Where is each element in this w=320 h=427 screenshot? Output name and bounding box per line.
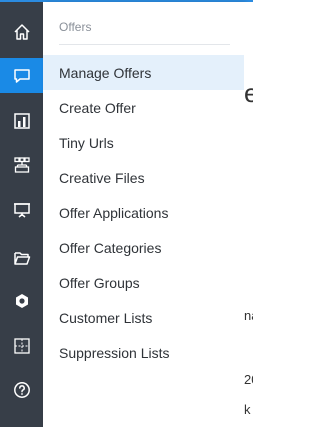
presentation-icon	[13, 202, 30, 218]
background-text: na	[244, 308, 253, 323]
hexagon-icon	[15, 293, 28, 308]
grid-icon	[13, 337, 30, 354]
help-icon	[13, 381, 30, 398]
menu-item-create-offer[interactable]: Create Offer	[43, 90, 244, 125]
menu-item-offer-groups[interactable]: Offer Groups	[43, 265, 244, 300]
menu-header: Offers	[59, 20, 230, 45]
folder-icon	[13, 251, 30, 265]
chat-icon	[13, 68, 30, 83]
menu-item-creative-files[interactable]: Creative Files	[43, 160, 244, 195]
rail-offers[interactable]	[0, 58, 43, 93]
menu-item-manage-offers[interactable]: Manage Offers	[43, 55, 244, 90]
home-icon	[13, 23, 30, 40]
icon-rail	[0, 2, 43, 427]
rail-files[interactable]	[0, 240, 43, 275]
rail-help[interactable]	[0, 372, 43, 407]
background-text: k	[244, 402, 251, 417]
menu-item-tiny-urls[interactable]: Tiny Urls	[43, 125, 244, 160]
rail-hierarchy[interactable]	[0, 147, 43, 182]
background-page-fragment: e na 20 k	[244, 2, 253, 427]
hierarchy-icon	[13, 156, 30, 173]
rail-presentation[interactable]	[0, 192, 43, 227]
menu-item-suppression-lists[interactable]: Suppression Lists	[43, 335, 244, 370]
rail-grid[interactable]	[0, 328, 43, 363]
rail-reports[interactable]	[0, 103, 43, 138]
menu-item-offer-applications[interactable]: Offer Applications	[43, 195, 244, 230]
rail-home[interactable]	[0, 14, 43, 49]
menu-item-customer-lists[interactable]: Customer Lists	[43, 300, 244, 335]
menu-item-offer-categories[interactable]: Offer Categories	[43, 230, 244, 265]
background-text: e	[244, 78, 253, 108]
offers-flyout-menu: Offers Manage Offers Create Offer Tiny U…	[43, 2, 244, 427]
bar-chart-icon	[13, 112, 30, 129]
rail-integrations[interactable]	[0, 283, 43, 318]
background-text: 20	[244, 372, 253, 387]
